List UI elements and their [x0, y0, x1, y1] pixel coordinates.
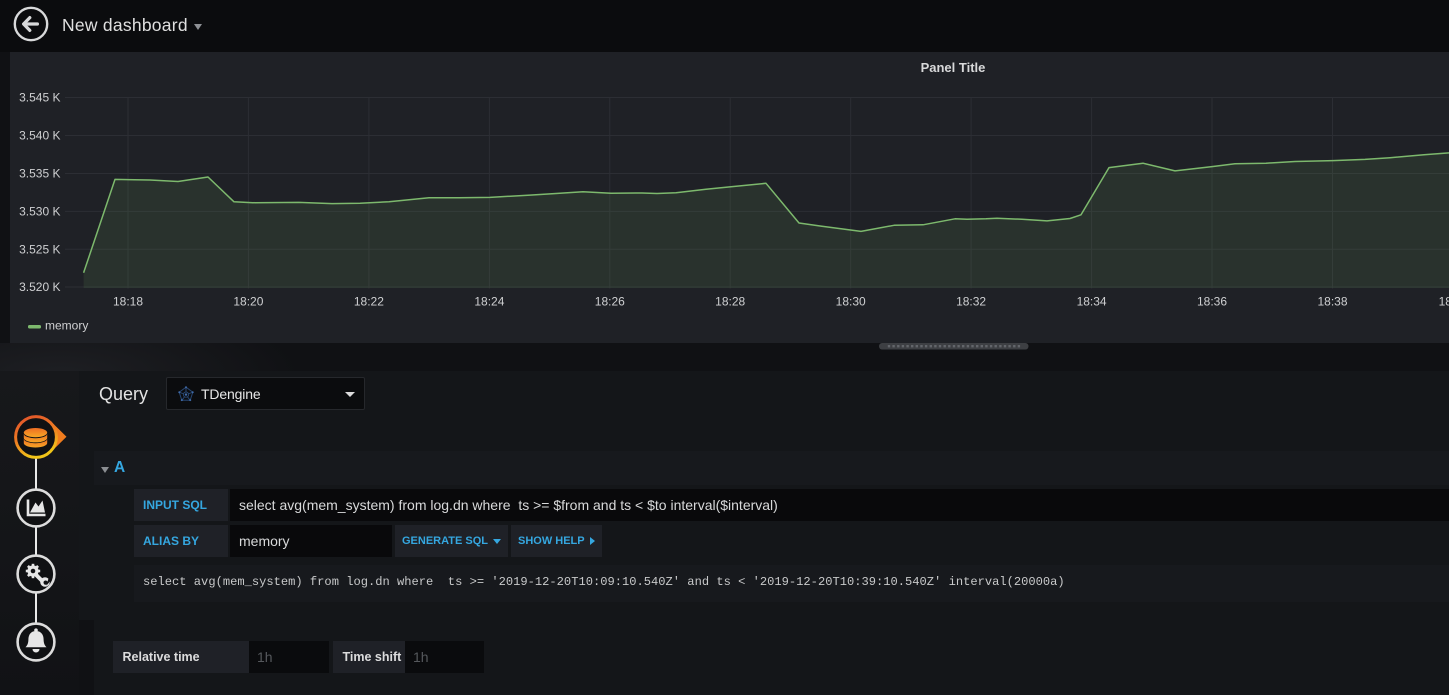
svg-text:3.545 K: 3.545 K [19, 91, 60, 105]
svg-text:3.540 K: 3.540 K [19, 129, 60, 143]
svg-text:18:26: 18:26 [595, 295, 625, 309]
svg-text:3.525 K: 3.525 K [19, 242, 60, 256]
svg-text:3.520 K: 3.520 K [19, 280, 60, 294]
svg-text:18:40: 18:40 [1439, 295, 1449, 309]
svg-text:18:30: 18:30 [836, 295, 866, 309]
svg-text:memory: memory [45, 319, 88, 333]
svg-text:18:18: 18:18 [113, 295, 143, 309]
svg-text:18:38: 18:38 [1317, 295, 1347, 309]
svg-text:18:36: 18:36 [1197, 295, 1227, 309]
svg-text:3.535 K: 3.535 K [19, 167, 60, 181]
svg-text:18:34: 18:34 [1077, 295, 1107, 309]
svg-text:18:32: 18:32 [956, 295, 986, 309]
svg-text:3.530 K: 3.530 K [19, 204, 60, 218]
svg-text:18:24: 18:24 [474, 295, 504, 309]
svg-text:18:28: 18:28 [715, 295, 745, 309]
svg-text:18:20: 18:20 [233, 295, 263, 309]
svg-text:18:22: 18:22 [354, 295, 384, 309]
